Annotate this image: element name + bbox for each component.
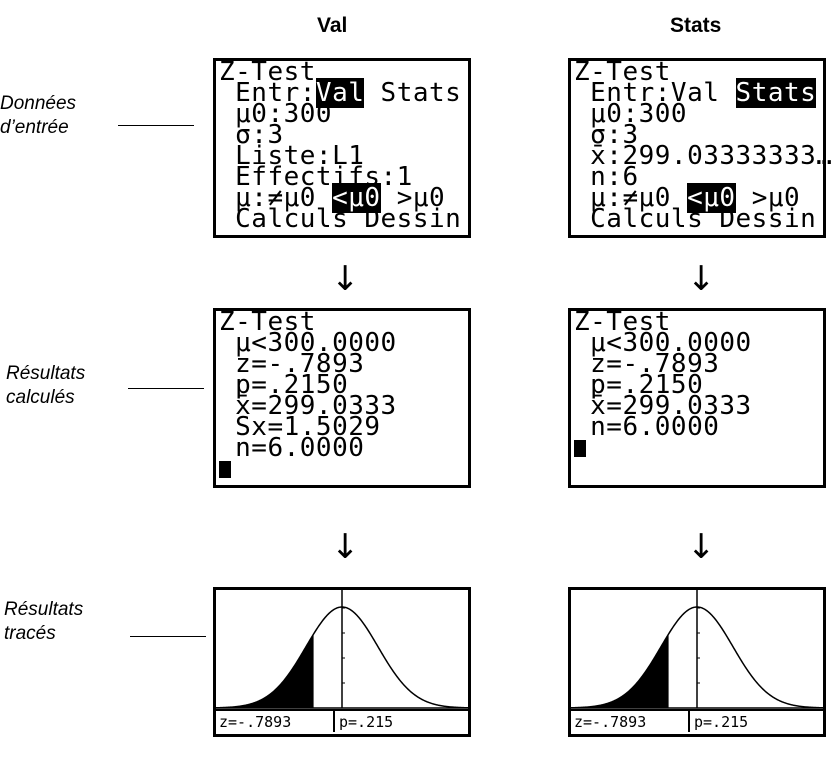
leader-line-input [118, 125, 194, 126]
down-arrow-icon: ↓ [687, 527, 716, 567]
side-label-input: Données d’entrée [0, 92, 76, 140]
shaded-p-region [216, 634, 314, 708]
input-screen-val-text: Z-Test Entr:Val Stats μ0:300 σ:3 Liste:L… [219, 59, 462, 234]
down-arrow-icon: ↓ [687, 259, 716, 299]
z-value-label: z=-.7893 [219, 713, 292, 731]
result-screen-val-text: Z-Test μ<300.0000 z=-.7893 p=.2150 x̄=29… [219, 309, 397, 480]
side-label-calculated-line2: calculés [6, 387, 75, 408]
column-heading-val: Val [317, 14, 348, 37]
p-value-label: p=.215 [688, 711, 748, 732]
screen-line: Calculs Dessin [574, 204, 817, 234]
side-label-drawn-line2: tracés [4, 623, 56, 644]
input-screen-stats: Z-Test Entr:Val Stats μ0:300 σ:3 x̄:299.… [568, 58, 832, 238]
side-label-drawn-line1: Résultats [4, 599, 84, 620]
down-arrow-icon: ↓ [331, 259, 360, 299]
input-screen-stats-text: Z-Test Entr:Val Stats μ0:300 σ:3 x̄:299.… [574, 59, 832, 234]
cursor-block [574, 440, 586, 457]
leader-line-calculated [128, 388, 204, 389]
down-arrow-icon: ↓ [331, 527, 360, 567]
leader-line-drawn [130, 636, 206, 637]
graph-screen-stats: z=-.7893 p=.215 [568, 587, 826, 737]
z-value-label: z=-.7893 [574, 713, 647, 731]
column-heading-stats: Stats [670, 14, 722, 37]
input-screen-val: Z-Test Entr:Val Stats μ0:300 σ:3 Liste:L… [213, 58, 471, 238]
side-label-calculated-line1: Résultats [6, 363, 86, 384]
graph-screen-val: z=-.7893 p=.215 [213, 587, 471, 737]
result-screen-stats: Z-Test μ<300.0000 z=-.7893 p=.2150 x̄=29… [568, 308, 826, 488]
result-screen-val: Z-Test μ<300.0000 z=-.7893 p=.2150 x̄=29… [213, 308, 471, 488]
normal-curve-plot [216, 590, 468, 709]
result-screen-stats-text: Z-Test μ<300.0000 z=-.7893 p=.2150 x̄=29… [574, 309, 752, 459]
shaded-p-region [571, 634, 669, 708]
p-value-label: p=.215 [333, 711, 393, 732]
side-label-input-line1: Données [0, 93, 77, 114]
side-label-calculated: Résultats calculés [6, 362, 85, 410]
side-label-drawn: Résultats tracés [4, 598, 83, 646]
graph-footer: z=-.7893 p=.215 [571, 709, 823, 734]
normal-curve-plot [571, 590, 823, 709]
cursor-block [219, 461, 231, 478]
graph-footer: z=-.7893 p=.215 [216, 709, 468, 734]
screen-line: Calculs Dessin [219, 204, 462, 234]
side-label-input-line2: d’entrée [0, 117, 69, 138]
selected-option: Stats [735, 78, 817, 108]
